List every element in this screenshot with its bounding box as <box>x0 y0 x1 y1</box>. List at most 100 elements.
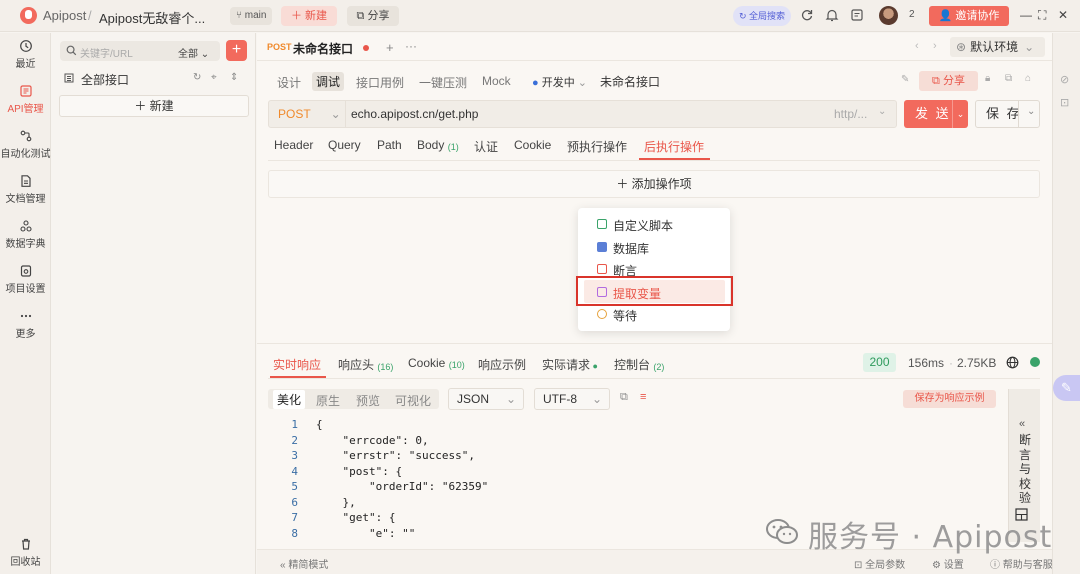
copy-icon[interactable]: ⧉ <box>620 391 628 404</box>
chevron-down-icon: ⌄ <box>198 49 210 60</box>
copy-icon[interactable]: ⧉ <box>1005 73 1012 84</box>
api-share-button[interactable]: ⧉ 分享 <box>919 71 978 91</box>
user-avatar[interactable] <box>879 6 898 25</box>
add-operation-button[interactable]: ＋ 添加操作项 <box>268 170 1040 198</box>
protocol-hint[interactable]: http/... <box>834 107 867 121</box>
tab-method-badge: POST <box>267 42 292 52</box>
rail-item-recent[interactable]: 最近 <box>0 39 51 70</box>
check-circle-icon[interactable]: ⊘ <box>1060 73 1069 86</box>
method-select[interactable]: POST ⌄ <box>269 101 346 127</box>
param-tab-pre-ops[interactable]: 预执行操作 <box>567 138 627 155</box>
view-preview[interactable]: 预览 <box>356 392 380 409</box>
project-name[interactable]: Apipost无敌睿个... <box>99 8 205 27</box>
rail-item-more[interactable]: 更多 <box>0 309 51 340</box>
response-tab-label: 响应头 <box>338 358 375 372</box>
member-count: 2 <box>909 9 915 20</box>
globe-icon[interactable] <box>1006 356 1019 369</box>
subtab-mock[interactable]: Mock <box>482 74 511 88</box>
param-tab-path[interactable]: Path <box>377 138 402 152</box>
message-icon[interactable] <box>850 8 864 22</box>
sync-icon[interactable] <box>800 8 814 22</box>
wrap-icon[interactable]: ≡ <box>640 391 646 403</box>
params-icon: ⊡ <box>854 560 866 571</box>
format-select[interactable]: JSON ⌄ <box>448 388 524 410</box>
add-tab-icon[interactable]: + <box>386 40 394 55</box>
code-icon[interactable]: ⊡ <box>1060 96 1069 109</box>
save-as-example-button[interactable]: 保存为响应示例 <box>903 390 996 408</box>
response-divider[interactable] <box>257 343 1052 344</box>
subtab-cases[interactable]: 接口用例 <box>356 74 404 91</box>
collapse-left-icon[interactable]: « <box>1019 418 1025 430</box>
tab-scroll-right-icon[interactable]: › <box>933 40 937 52</box>
rail-item-docs[interactable]: 文档管理 <box>0 174 51 205</box>
save-options-chevron-icon[interactable]: ⌄ <box>1027 106 1035 117</box>
send-options-chevron-icon[interactable]: ⌄ <box>952 100 968 128</box>
branch-selector[interactable]: ⑂ main <box>230 7 273 25</box>
sidebar-add-button[interactable]: + <box>226 40 247 61</box>
lock-icon[interactable]: 🔒︎ <box>985 73 990 84</box>
sidebar-new-button[interactable]: ＋ 新建 <box>59 95 249 117</box>
api-name-field[interactable]: 未命名接口 <box>600 73 660 90</box>
minimize-icon[interactable]: — <box>1020 8 1032 22</box>
param-tab-auth[interactable]: 认证 <box>474 138 498 155</box>
share-button[interactable]: ⧉ 分享 <box>347 6 399 26</box>
rail-item-dict[interactable]: 数据字典 <box>0 219 51 250</box>
global-params-button[interactable]: ⊡ 全局参数 <box>854 556 905 571</box>
maximize-icon[interactable]: ⛶ <box>1038 8 1046 23</box>
expand-collapse-icon[interactable]: ⇕ <box>230 72 238 83</box>
param-tab-query[interactable]: Query <box>328 138 361 152</box>
rail-item-autotest[interactable]: 自动化测试 <box>0 129 51 160</box>
method-label: POST <box>278 107 311 121</box>
view-visualize[interactable]: 可视化 <box>395 392 431 409</box>
history-icon[interactable]: ⌂ <box>1025 73 1031 84</box>
global-search-button[interactable]: ↻ 全局搜索 <box>733 6 791 26</box>
help-button[interactable]: ⓘ 帮助与客服 <box>990 556 1053 571</box>
gear-icon: ⚙ <box>932 560 944 571</box>
response-tab-label: Cookie <box>408 356 446 370</box>
refresh-icon[interactable]: ↻ <box>193 72 201 83</box>
all-apis-node[interactable]: 全部接口 <box>81 71 129 88</box>
response-tab-headers[interactable]: 响应头 (16) <box>338 356 393 373</box>
rail-label-trash: 回收站 <box>10 557 41 568</box>
chevron-down-icon[interactable]: ⌄ <box>878 106 886 117</box>
invite-button[interactable]: 👤 邀请协作 <box>929 6 1009 26</box>
settings-button[interactable]: ⚙ 设置 <box>932 556 964 571</box>
rail-label-recent: 最近 <box>15 59 36 70</box>
response-tab-console[interactable]: 控制台 (2) <box>614 356 664 373</box>
view-pretty[interactable]: 美化 <box>273 390 306 409</box>
api-status-select[interactable]: ● 开发中 ⌄ <box>532 74 587 90</box>
locate-icon[interactable]: ⌖ <box>211 72 217 83</box>
subtab-stress[interactable]: 一键压测 <box>419 74 467 91</box>
param-tab-cookie[interactable]: Cookie <box>514 138 551 152</box>
param-tab-post-ops[interactable]: 后执行操作 <box>644 138 704 155</box>
response-tab-example[interactable]: 响应示例 <box>478 356 526 373</box>
param-tab-header[interactable]: Header <box>274 138 313 152</box>
bell-icon[interactable] <box>825 8 839 22</box>
close-icon[interactable]: ✕ <box>1058 8 1068 22</box>
response-tab-cookie[interactable]: Cookie (10) <box>408 356 465 370</box>
environment-icon: ⊛ <box>956 40 967 54</box>
tab-more-icon[interactable]: ··· <box>405 39 417 53</box>
rail-item-settings[interactable]: 项目设置 <box>0 264 51 295</box>
url-input[interactable]: echo.apipost.cn/get.php <box>351 107 478 121</box>
tab-scroll-left-icon[interactable]: ‹ <box>915 40 919 52</box>
response-tab-live[interactable]: 实时响应 <box>273 356 321 373</box>
new-button[interactable]: ＋ 新建 <box>281 6 337 26</box>
rail-label-api: API管理 <box>7 104 44 115</box>
assertion-icon <box>597 264 607 274</box>
sidebar-filter-select[interactable]: 全部 ⌄ <box>178 45 209 60</box>
rail-item-trash[interactable]: 回收站 <box>0 537 51 568</box>
subtab-debug[interactable]: 调试 <box>312 72 345 91</box>
api-icon <box>19 85 32 97</box>
encoding-select[interactable]: UTF-8 ⌄ <box>534 388 610 410</box>
param-tab-body[interactable]: Body (1) <box>417 138 459 152</box>
tab-api-name[interactable]: 未命名接口 <box>293 40 353 57</box>
magic-icon[interactable]: ✎ <box>901 74 909 85</box>
view-raw[interactable]: 原生 <box>316 392 340 409</box>
unsaved-dot <box>363 45 369 51</box>
subtab-design[interactable]: 设计 <box>277 74 301 91</box>
rail-item-api[interactable]: API管理 <box>0 84 51 115</box>
environment-select[interactable]: ⊛ 默认环境 ⌄ <box>950 37 1045 57</box>
simple-mode-toggle[interactable]: « 精简模式 <box>280 556 328 571</box>
response-tab-actual-request[interactable]: 实际请求 ● <box>542 356 598 373</box>
